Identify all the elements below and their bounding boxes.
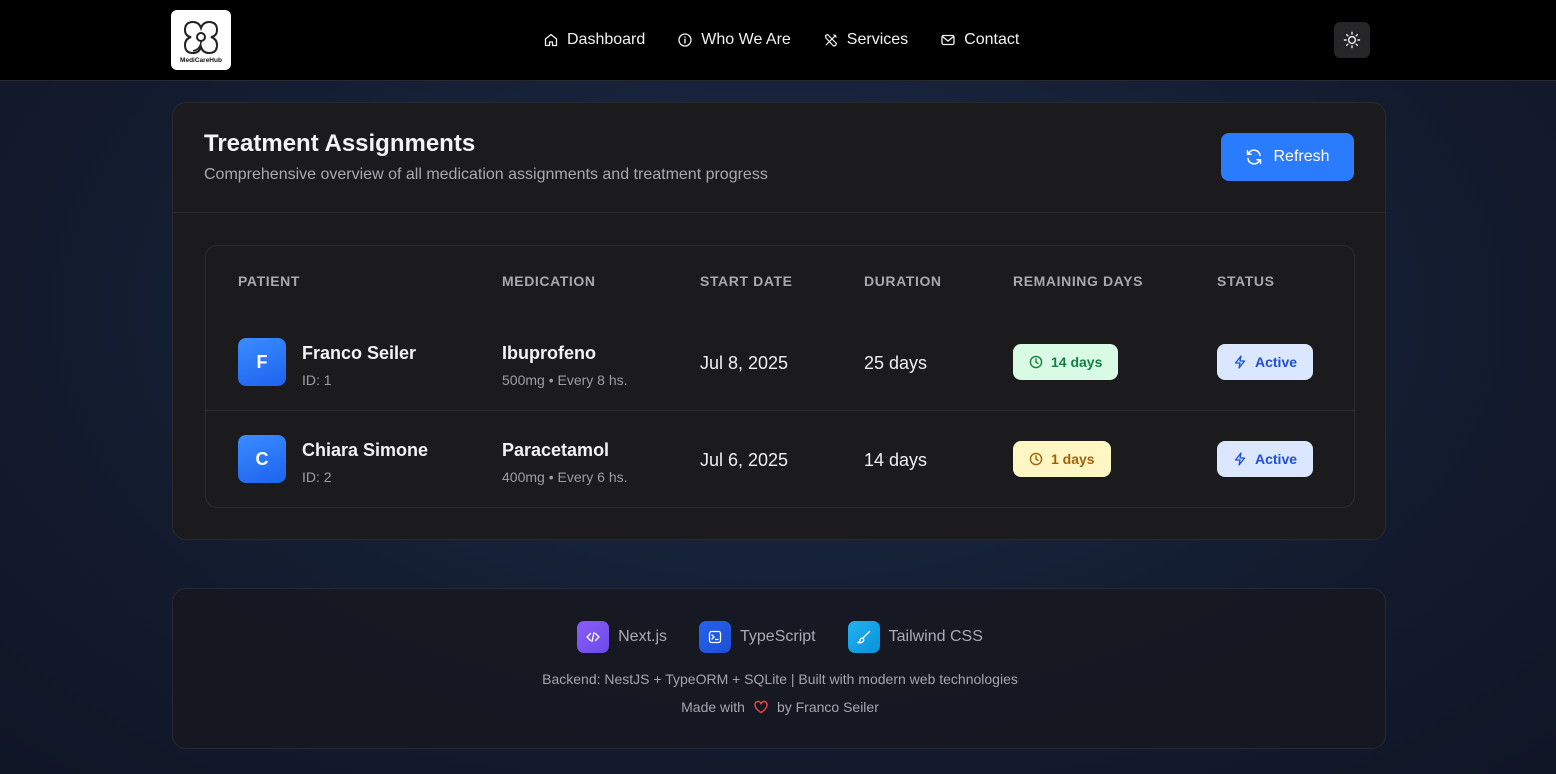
remaining-days-value: 14 days	[1051, 354, 1103, 370]
header-status: Status	[1217, 273, 1275, 289]
terminal-icon	[699, 621, 732, 653]
made-with-text: Made with	[681, 699, 745, 715]
start-date: Jul 6, 2025	[700, 450, 789, 470]
nav-who-we-are[interactable]: Who We Are	[677, 31, 791, 49]
patient-name: Franco Seiler	[302, 343, 417, 363]
table-row[interactable]: F Franco Seiler ID: 1 Ibuprofeno 500mg •…	[206, 314, 1354, 411]
tech-tailwind: Tailwind CSS	[847, 621, 983, 653]
brush-icon	[847, 621, 880, 653]
header-start-date: Start Date	[700, 273, 793, 289]
heart-icon	[754, 700, 768, 714]
page-footer: Next.js TypeScript Tailwind CSS Backend:…	[172, 588, 1386, 749]
medication-name: Paracetamol	[502, 440, 610, 460]
nav-who-we-are-label: Who We Are	[701, 31, 791, 48]
home-icon	[544, 33, 558, 47]
patient-id: ID: 2	[302, 469, 332, 485]
nav-dashboard[interactable]: Dashboard	[543, 31, 645, 49]
tools-icon	[824, 33, 837, 47]
status-label: Active	[1255, 451, 1298, 467]
remaining-days-badge: 14 days	[1013, 344, 1119, 380]
nav-dashboard-label: Dashboard	[567, 31, 646, 48]
info-icon	[678, 33, 692, 47]
tech-typescript-label: TypeScript	[740, 628, 816, 645]
card-header: Treatment Assignments Comprehensive over…	[173, 103, 1385, 213]
header-patient: Patient	[238, 273, 301, 289]
theme-toggle-button[interactable]	[1334, 22, 1370, 58]
mail-icon	[941, 34, 955, 46]
duration: 25 days	[864, 353, 928, 373]
patient-name: Chiara Simone	[302, 440, 429, 460]
refresh-button[interactable]: Refresh	[1221, 133, 1354, 181]
bolt-icon	[1234, 355, 1246, 369]
medicarehub-logo[interactable]: MediCareHub	[171, 10, 231, 70]
nav-services[interactable]: Services	[823, 31, 908, 49]
nav-contact[interactable]: Contact	[940, 31, 1019, 49]
clock-icon	[1029, 355, 1043, 369]
tech-tailwind-label: Tailwind CSS	[888, 628, 983, 645]
page-title: Treatment Assignments	[204, 130, 476, 157]
sun-icon	[1343, 31, 1361, 49]
treatment-assignments-card: Treatment Assignments Comprehensive over…	[172, 102, 1386, 540]
medication-name: Ibuprofeno	[502, 343, 596, 363]
top-navbar: MediCareHub Dashboard Who We Are Service…	[0, 0, 1556, 81]
assignments-table: Patient Medication Start Date Duration R…	[205, 245, 1355, 508]
nav-contact-label: Contact	[964, 31, 1020, 48]
tech-typescript: TypeScript	[699, 621, 816, 653]
bolt-icon	[1234, 452, 1246, 466]
medication-dose: 500mg • Every 8 hs.	[502, 372, 628, 388]
status-label: Active	[1255, 354, 1298, 370]
logo-text: MediCareHub	[180, 57, 222, 64]
made-with-line: Made with by Franco Seiler	[173, 699, 1387, 715]
backend-info: Backend: NestJS + TypeORM + SQLite | Bui…	[542, 671, 1018, 687]
duration: 14 days	[864, 450, 928, 470]
code-icon	[577, 621, 610, 653]
header-duration: Duration	[864, 273, 942, 289]
tech-nextjs-label: Next.js	[618, 628, 668, 645]
tech-stack: Next.js TypeScript Tailwind CSS	[173, 621, 1387, 653]
avatar: F	[238, 338, 286, 386]
page-subtitle: Comprehensive overview of all medication…	[204, 166, 768, 183]
header-remaining-days: Remaining Days	[1013, 273, 1144, 289]
tech-nextjs: Next.js	[577, 621, 667, 653]
header-medication: Medication	[502, 273, 596, 289]
medication-dose: 400mg • Every 6 hs.	[502, 469, 628, 485]
status-badge: Active	[1217, 344, 1314, 380]
remaining-days-badge: 1 days	[1013, 441, 1111, 477]
refresh-label: Refresh	[1273, 148, 1330, 165]
status-badge: Active	[1217, 441, 1314, 477]
table-row[interactable]: C Chiara Simone ID: 2 Paracetamol 400mg …	[206, 411, 1354, 508]
refresh-icon	[1247, 149, 1262, 165]
patient-id: ID: 1	[302, 372, 332, 388]
nav-services-label: Services	[846, 31, 909, 48]
main-nav: Dashboard Who We Are Services Contact	[543, 28, 1019, 52]
clock-icon	[1029, 452, 1043, 466]
remaining-days-value: 1 days	[1051, 451, 1095, 467]
start-date: Jul 8, 2025	[700, 353, 789, 373]
author-text: by Franco Seiler	[776, 699, 879, 715]
avatar: C	[238, 435, 286, 483]
